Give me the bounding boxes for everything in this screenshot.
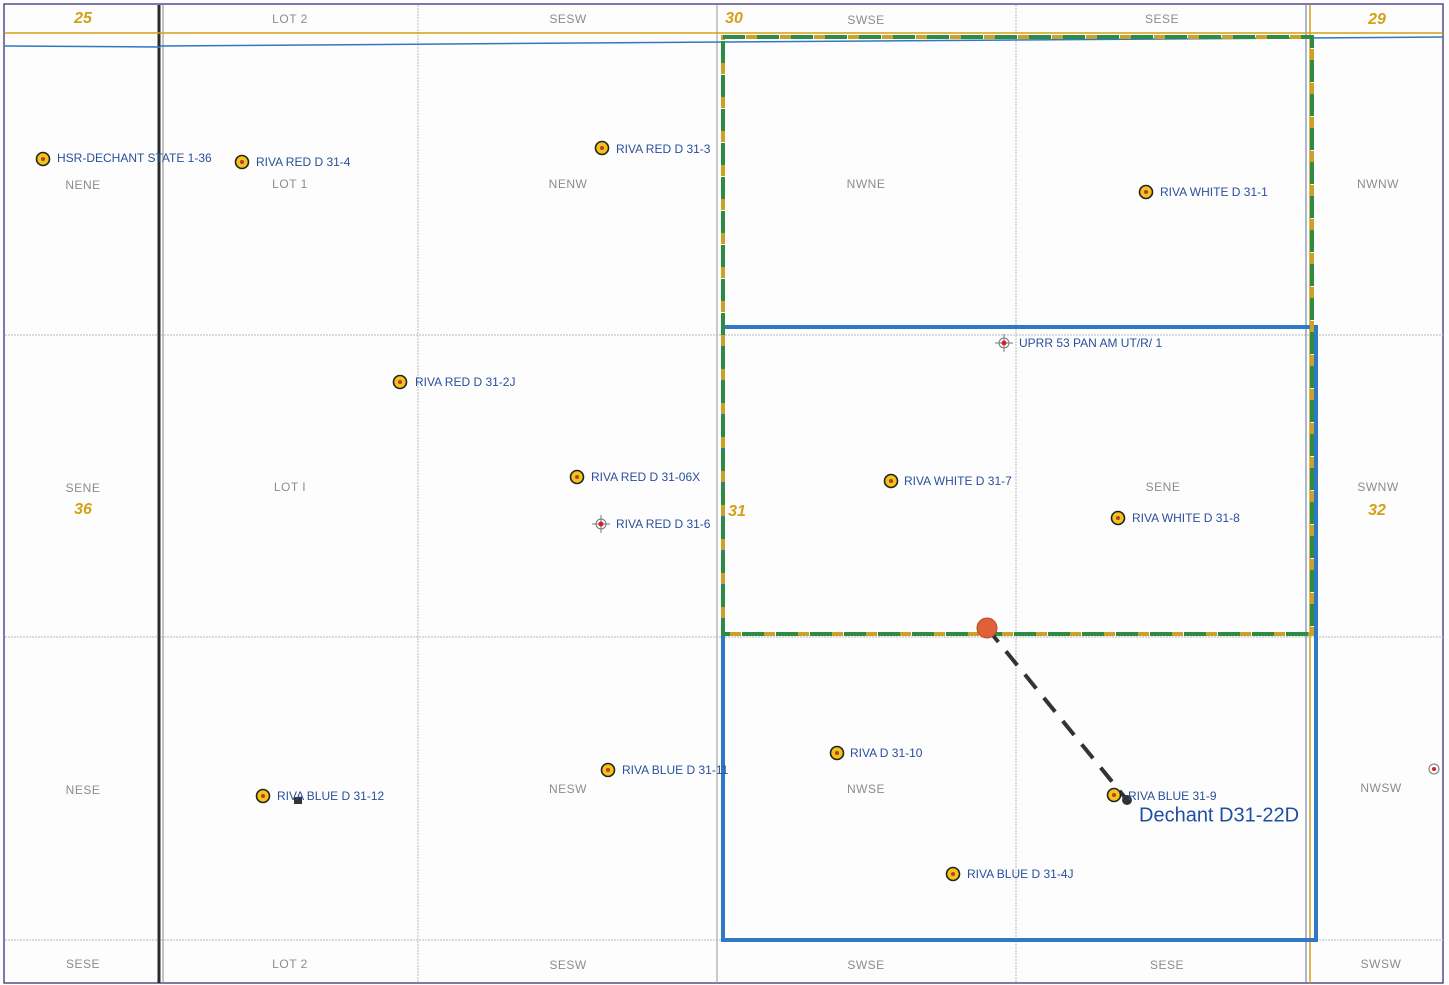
oil-well-icon	[883, 473, 899, 489]
well-label: HSR-DECHANT STATE 1-36	[57, 151, 212, 165]
well-symbols	[35, 140, 1440, 882]
proposed-well-label: Dechant D31-22D	[1139, 804, 1300, 827]
oil-well-icon	[569, 469, 585, 485]
permitted-location-icon	[1428, 763, 1440, 775]
well-label: RIVA RED D 31-2J	[415, 375, 516, 389]
oil-well-icon	[1138, 184, 1154, 200]
well-label: RIVA BLUE D 31-12	[277, 789, 385, 803]
well-label: RIVA BLUE 31-9	[1128, 789, 1217, 803]
well-label: RIVA RED D 31-4	[256, 155, 351, 169]
well-label: RIVA BLUE D 31-4J	[967, 867, 1074, 881]
permitted-location-icon	[994, 333, 1014, 353]
oil-well-icon	[829, 745, 845, 761]
permitted-location-icon	[591, 514, 611, 534]
well-label: RIVA WHITE D 31-8	[1132, 511, 1240, 525]
well-label: RIVA D 31-10	[850, 746, 923, 760]
oil-well-icon	[600, 762, 616, 778]
well-label: RIVA RED D 31-3	[616, 142, 711, 156]
well-label: RIVA WHITE D 31-7	[904, 474, 1012, 488]
well-label: RIVA WHITE D 31-1	[1160, 185, 1268, 199]
oil-well-icon	[1110, 510, 1126, 526]
well-label: UPRR 53 PAN AM UT/R/ 1	[1019, 336, 1163, 350]
oil-well-icon	[945, 866, 961, 882]
well-label: RIVA BLUE D 31-11	[622, 763, 729, 777]
oil-well-icon	[234, 154, 250, 170]
oil-well-icon	[1106, 787, 1122, 803]
oil-well-icon	[35, 151, 51, 167]
oil-well-icon	[594, 140, 610, 156]
surface-location-icon	[976, 617, 998, 639]
oil-well-icon	[255, 788, 271, 804]
well-label: RIVA RED D 31-6	[616, 517, 711, 531]
well-label: RIVA RED D 31-06X	[591, 470, 701, 484]
plat-map: 25 30 29 36 31 32 NENE SENE NESE SESE LO…	[0, 0, 1449, 985]
oil-well-icon	[392, 374, 408, 390]
